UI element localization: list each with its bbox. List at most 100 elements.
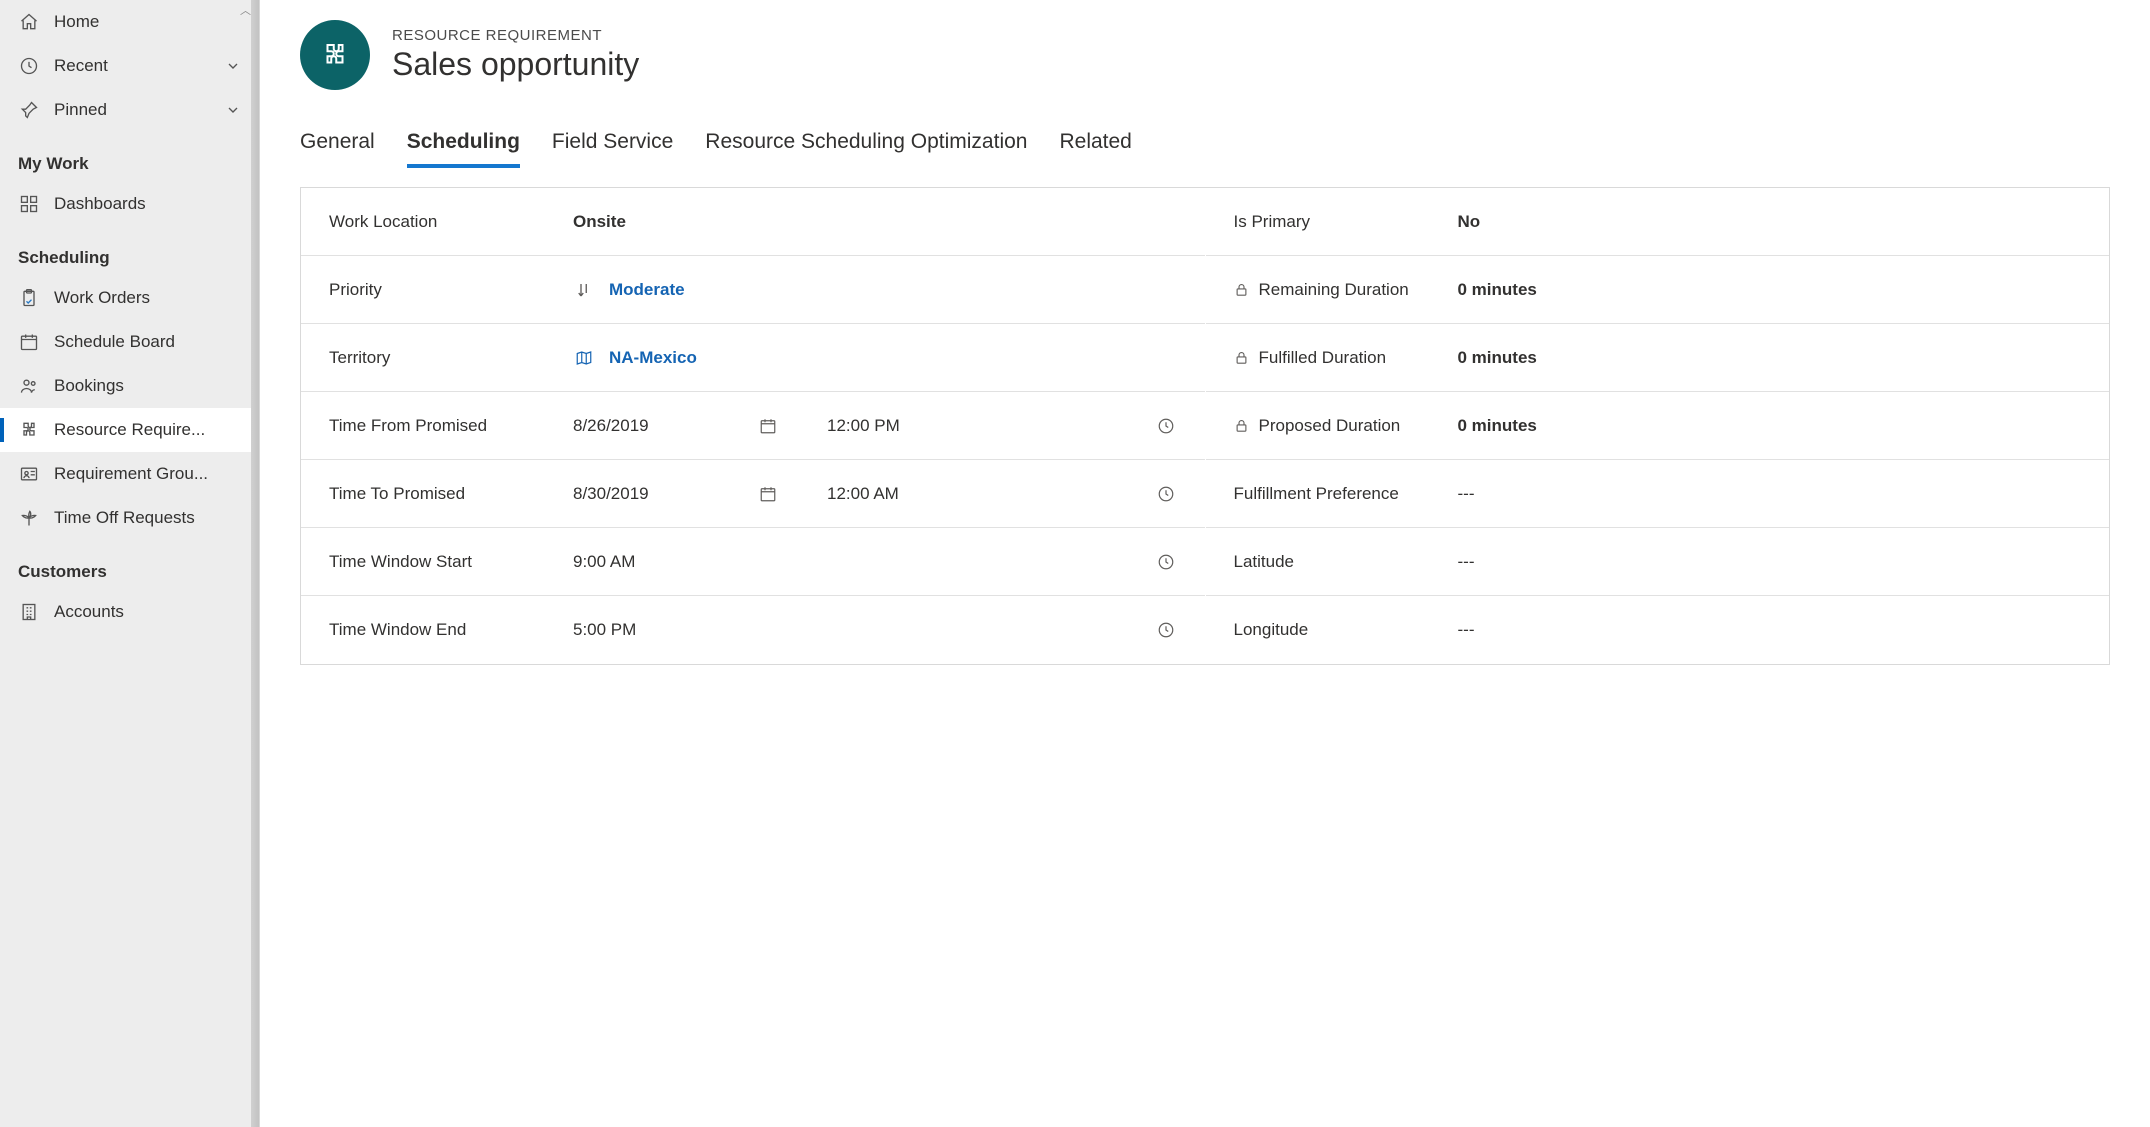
field-priority[interactable]: Priority Moderate [301, 256, 1205, 324]
field-proposed-duration: Proposed Duration 0 minutes [1206, 392, 2110, 460]
field-longitude[interactable]: Longitude --- [1206, 596, 2110, 664]
entity-type-label: RESOURCE REQUIREMENT [392, 27, 639, 44]
nav-schedule-board[interactable]: Schedule Board [0, 320, 259, 364]
field-time-window-start[interactable]: Time Window Start 9:00 AM [301, 528, 1205, 596]
field-territory[interactable]: Territory NA-Mexico [301, 324, 1205, 392]
nav-label: Bookings [54, 376, 241, 396]
chevron-down-icon [225, 102, 241, 118]
lock-icon [1234, 418, 1249, 433]
priority-icon [573, 281, 595, 299]
lock-icon [1234, 282, 1249, 297]
field-work-location[interactable]: Work Location Onsite [301, 188, 1205, 256]
field-remaining-duration: Remaining Duration 0 minutes [1206, 256, 2110, 324]
field-label: Fulfilled Duration [1259, 348, 1387, 368]
form-column-left: Work Location Onsite Priority Moderate T… [301, 188, 1206, 664]
nav-label: Home [54, 12, 241, 32]
field-fulfilled-duration: Fulfilled Duration 0 minutes [1206, 324, 2110, 392]
date-value[interactable]: 8/26/2019 [573, 416, 743, 436]
section-scheduling: Scheduling [0, 226, 259, 276]
nav-pinned[interactable]: Pinned [0, 88, 259, 132]
form-column-right: Is Primary No Remaining Duration 0 minut… [1206, 188, 2110, 664]
nav-bookings[interactable]: Bookings [0, 364, 259, 408]
clipboard-icon [18, 288, 40, 308]
clock-icon[interactable] [1155, 485, 1177, 503]
nav-resource-requirements[interactable]: Resource Require... [0, 408, 259, 452]
tab-field-service[interactable]: Field Service [552, 124, 673, 168]
nav-label: Work Orders [54, 288, 241, 308]
idcard-icon [18, 464, 40, 484]
field-label: Time From Promised [329, 416, 559, 436]
field-fulfillment-preference[interactable]: Fulfillment Preference --- [1206, 460, 2110, 528]
nav-work-orders[interactable]: Work Orders [0, 276, 259, 320]
record-header: RESOURCE REQUIREMENT Sales opportunity [300, 20, 2110, 90]
field-value: 0 minutes [1458, 348, 2082, 368]
field-label: Remaining Duration [1259, 280, 1409, 300]
form-panel: Work Location Onsite Priority Moderate T… [300, 187, 2110, 665]
scrollbar[interactable] [251, 0, 259, 1127]
territory-lookup[interactable]: NA-Mexico [609, 348, 697, 368]
nav-label: Pinned [54, 100, 211, 120]
calendar-icon [18, 332, 40, 352]
tab-general[interactable]: General [300, 124, 375, 168]
page-title: Sales opportunity [392, 46, 639, 83]
field-label: Territory [329, 348, 559, 368]
time-value[interactable]: 12:00 PM [827, 416, 900, 436]
nav-label: Requirement Grou... [54, 464, 241, 484]
time-value[interactable]: 9:00 AM [573, 552, 635, 572]
time-value[interactable]: 5:00 PM [573, 620, 636, 640]
tab-rso[interactable]: Resource Scheduling Optimization [705, 124, 1027, 168]
tab-bar: General Scheduling Field Service Resourc… [300, 124, 2110, 169]
nav-time-off-requests[interactable]: Time Off Requests [0, 496, 259, 540]
field-value: --- [1458, 484, 2082, 504]
section-customers: Customers [0, 540, 259, 590]
field-latitude[interactable]: Latitude --- [1206, 528, 2110, 596]
clock-icon[interactable] [1155, 417, 1177, 435]
nav-recent[interactable]: Recent [0, 44, 259, 88]
field-value: 0 minutes [1458, 416, 2082, 436]
clock-icon[interactable] [1155, 553, 1177, 571]
nav-label: Time Off Requests [54, 508, 241, 528]
entity-badge-icon [300, 20, 370, 90]
tab-related[interactable]: Related [1059, 124, 1131, 168]
clock-icon[interactable] [1155, 621, 1177, 639]
nav-label: Resource Require... [54, 420, 241, 440]
field-time-from-promised[interactable]: Time From Promised 8/26/2019 12:00 PM [301, 392, 1205, 460]
dashboard-icon [18, 194, 40, 214]
home-icon [18, 12, 40, 32]
field-value: --- [1458, 620, 2082, 640]
field-label: Longitude [1234, 620, 1444, 640]
nav-label: Recent [54, 56, 211, 76]
date-value[interactable]: 8/30/2019 [573, 484, 743, 504]
palm-icon [18, 508, 40, 528]
nav-dashboards[interactable]: Dashboards [0, 182, 259, 226]
field-value: Onsite [573, 212, 1177, 232]
section-my-work: My Work [0, 132, 259, 182]
field-time-to-promised[interactable]: Time To Promised 8/30/2019 12:00 AM [301, 460, 1205, 528]
field-label: Time To Promised [329, 484, 559, 504]
field-time-window-end[interactable]: Time Window End 5:00 PM [301, 596, 1205, 664]
field-label: Time Window Start [329, 552, 559, 572]
nav-requirement-groups[interactable]: Requirement Grou... [0, 452, 259, 496]
calendar-icon[interactable] [757, 485, 779, 503]
nav-accounts[interactable]: Accounts [0, 590, 259, 634]
nav-label: Schedule Board [54, 332, 241, 352]
sidebar: ︿ Home Recent Pinned My Work Dashboards … [0, 0, 260, 1127]
field-label: Is Primary [1234, 212, 1444, 232]
field-label: Time Window End [329, 620, 559, 640]
field-label: Proposed Duration [1259, 416, 1401, 436]
nav-home[interactable]: Home [0, 0, 259, 44]
lock-icon [1234, 350, 1249, 365]
field-is-primary[interactable]: Is Primary No [1206, 188, 2110, 256]
map-icon [573, 349, 595, 367]
nav-label: Accounts [54, 602, 241, 622]
main-content: RESOURCE REQUIREMENT Sales opportunity G… [260, 0, 2150, 1127]
tab-scheduling[interactable]: Scheduling [407, 124, 520, 168]
time-value[interactable]: 12:00 AM [827, 484, 899, 504]
field-label: Priority [329, 280, 559, 300]
field-value: No [1458, 212, 2082, 232]
field-label: Latitude [1234, 552, 1444, 572]
pin-icon [18, 100, 40, 120]
calendar-icon[interactable] [757, 417, 779, 435]
field-value: --- [1458, 552, 2082, 572]
priority-lookup[interactable]: Moderate [609, 280, 685, 300]
